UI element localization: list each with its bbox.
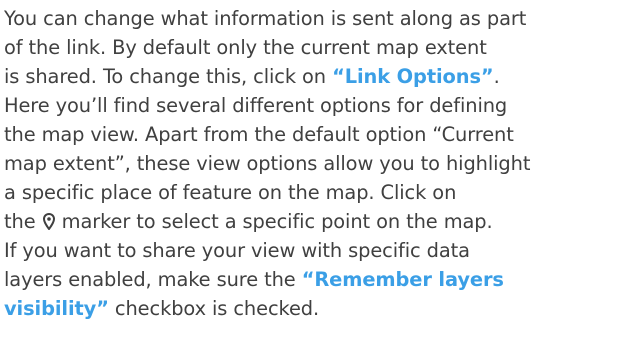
text-segment: the map view. Apart from the default opt… [4, 123, 514, 146]
text-segment: . [493, 65, 500, 88]
link-options-highlight: “Link Options” [332, 65, 494, 88]
remember-layers-highlight: “Remember layers [301, 268, 504, 291]
text-segment: Here you’ll find several different optio… [4, 94, 508, 117]
text-line: is shared. To change this, click on “Lin… [4, 62, 628, 91]
text-line: Here you’ll find several different optio… [4, 91, 628, 120]
text-segment: a specific place of feature on the map. … [4, 181, 457, 204]
remember-layers-highlight-cont: visibility” [4, 297, 109, 320]
text-segment: of the link. By default only the current… [4, 36, 487, 59]
text-segment: map extent”, these view options allow yo… [4, 152, 531, 175]
text-segment: marker to select a specific point on the… [55, 210, 493, 233]
text-line: the marker to select a specific point on… [4, 207, 628, 236]
map-marker-icon [42, 209, 55, 231]
text-segment: checkbox is checked. [108, 297, 320, 320]
text-line: You can change what information is sent … [4, 4, 628, 33]
text-line: a specific place of feature on the map. … [4, 178, 628, 207]
text-line: the map view. Apart from the default opt… [4, 120, 628, 149]
text-line: If you want to share your view with spec… [4, 236, 628, 265]
text-line: visibility” checkbox is checked. [4, 294, 628, 323]
help-paragraph: You can change what information is sent … [0, 0, 628, 354]
text-segment: If you want to share your view with spec… [4, 239, 470, 262]
text-segment: You can change what information is sent … [4, 7, 527, 30]
text-segment: the [4, 210, 42, 233]
text-segment: layers enabled, make sure the [4, 268, 302, 291]
text-line: map extent”, these view options allow yo… [4, 149, 628, 178]
text-line: layers enabled, make sure the “Remember … [4, 265, 628, 294]
text-line: of the link. By default only the current… [4, 33, 628, 62]
text-segment: is shared. To change this, click on [4, 65, 333, 88]
